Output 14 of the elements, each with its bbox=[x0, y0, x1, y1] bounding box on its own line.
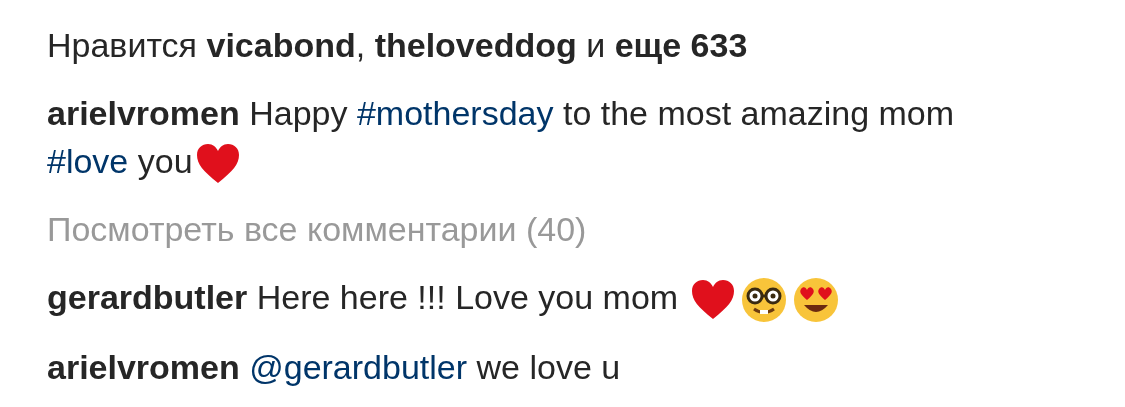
heart-eyes-smiley-icon bbox=[792, 277, 839, 324]
comment-text: gerardbutler Here here !!! Love you mom bbox=[47, 273, 1125, 324]
hashtag-link[interactable]: #love bbox=[47, 142, 129, 180]
heart-icon bbox=[194, 143, 241, 185]
username-link[interactable]: gerardbutler bbox=[47, 278, 248, 316]
hashtag-link[interactable]: #mothersday bbox=[356, 94, 554, 132]
comment-text: arielvromen @gerardbutler we love u bbox=[47, 347, 622, 389]
glasses-smiley-icon bbox=[740, 277, 787, 324]
username-link[interactable]: arielvromen bbox=[47, 348, 240, 387]
mention-link[interactable]: @gerardbutler bbox=[249, 348, 468, 387]
heart-icon bbox=[689, 279, 736, 322]
username-link[interactable]: arielvromen bbox=[47, 94, 240, 132]
caption-text: arielvromen Happy #mothersday to the most amazing mom #love you bbox=[47, 89, 957, 185]
likes-text: Нравится vicabond, theloveddog и еще 633 bbox=[47, 25, 749, 66]
